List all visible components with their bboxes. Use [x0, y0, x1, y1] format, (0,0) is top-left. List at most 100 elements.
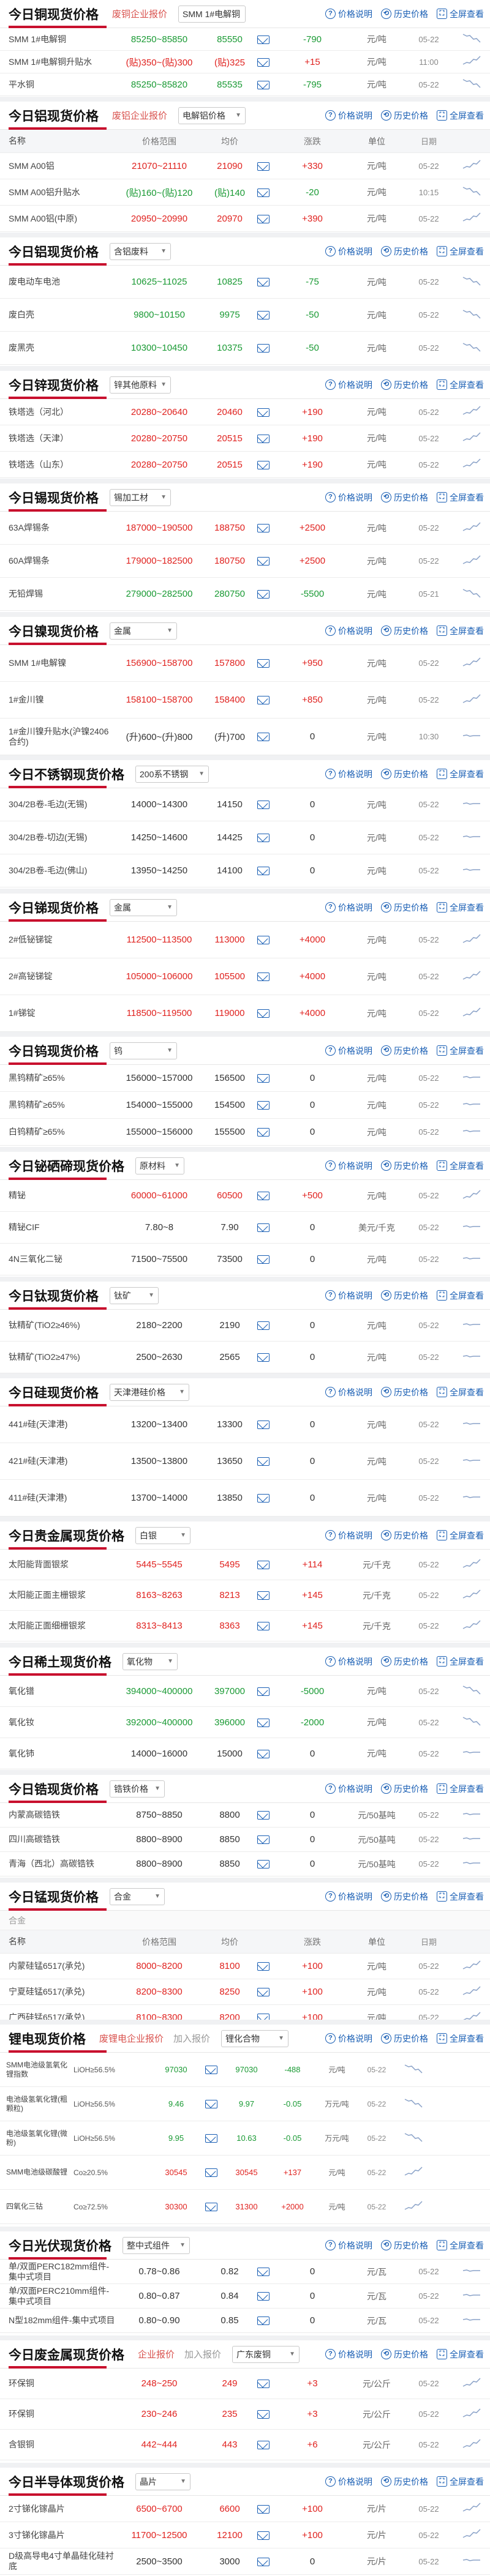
mail-icon[interactable]	[257, 1074, 270, 1083]
mail-icon[interactable]	[257, 1835, 270, 1845]
product-name[interactable]: 441#硅(天津港)	[0, 1419, 116, 1430]
product-name[interactable]: 广西硅锰6517(承兑)	[0, 2012, 116, 2020]
price-explain-link[interactable]: ? 价格说明	[325, 2239, 372, 2252]
product-name[interactable]: 太阳能正面细栅银浆	[0, 1621, 116, 1631]
mail-icon[interactable]	[257, 2014, 270, 2020]
product-name[interactable]: 废白壳	[0, 310, 116, 320]
mail-icon[interactable]	[257, 2317, 270, 2326]
trend-sparkline-icon[interactable]	[462, 521, 481, 533]
price-history-link[interactable]: ⟲ 历史价格	[381, 110, 428, 122]
category-select[interactable]: 合金 ▼	[110, 1887, 165, 1905]
trend-sparkline-icon[interactable]	[462, 159, 481, 171]
trend-sparkline-icon[interactable]	[462, 969, 481, 982]
mail-icon[interactable]	[205, 2100, 217, 2109]
trend-sparkline-icon[interactable]	[462, 587, 481, 599]
price-history-link[interactable]: ⟲ 历史价格	[381, 245, 428, 258]
price-explain-link[interactable]: ? 价格说明	[325, 1529, 372, 1542]
trend-sparkline-icon[interactable]	[462, 1350, 481, 1362]
category-select[interactable]: 钨 ▼	[110, 1042, 177, 1059]
product-name[interactable]: 411#硅(天津港)	[0, 1493, 116, 1503]
price-history-link[interactable]: ⟲ 历史价格	[381, 1529, 428, 1542]
mail-icon[interactable]	[205, 2168, 217, 2178]
trend-sparkline-icon[interactable]	[462, 1808, 481, 1820]
trend-sparkline-icon[interactable]	[462, 1985, 481, 1997]
category-select[interactable]: 锌其他原料 ▼	[110, 376, 171, 394]
mail-icon[interactable]	[257, 1009, 270, 1018]
price-explain-link[interactable]: ? 价格说明	[325, 110, 372, 122]
price-explain-link[interactable]: ? 价格说明	[325, 1160, 372, 1172]
product-name[interactable]: 四川高碳锆铁	[0, 1834, 116, 1845]
mail-icon[interactable]	[257, 2268, 270, 2277]
product-name[interactable]: 青海（西北）高碳锆铁	[0, 1859, 116, 1869]
mail-icon[interactable]	[257, 1962, 270, 1971]
mail-icon[interactable]	[257, 1421, 270, 1430]
mail-icon[interactable]	[257, 1255, 270, 1264]
category-select[interactable]: SMM 1#电解铜▼	[178, 5, 246, 23]
category-select[interactable]: 锡加工材 ▼	[110, 488, 171, 506]
product-name[interactable]: SMM A00铝(中原)	[0, 214, 116, 224]
product-name[interactable]: 环保铜	[0, 2409, 116, 2419]
price-history-link[interactable]: ⟲ 历史价格	[381, 491, 428, 504]
header-link[interactable]: 废锂电企业报价	[99, 2032, 164, 2045]
product-name[interactable]: 单/双面PERC210mm组件-集中式项目	[0, 2286, 116, 2307]
trend-sparkline-icon[interactable]	[462, 341, 481, 353]
trend-sparkline-icon[interactable]	[404, 2063, 423, 2075]
product-name[interactable]: 黑钨精矿≥65%	[0, 1073, 116, 1083]
fullscreen-link[interactable]: ⛶ 全屏查看	[437, 902, 484, 914]
price-explain-link[interactable]: ? 价格说明	[325, 1783, 372, 1795]
trend-sparkline-icon[interactable]	[462, 1189, 481, 1201]
mail-icon[interactable]	[257, 35, 270, 44]
product-name[interactable]: 304/2B卷-切边(无锡)	[0, 832, 116, 843]
trend-sparkline-icon[interactable]	[462, 1619, 481, 1631]
mail-icon[interactable]	[257, 80, 270, 89]
product-name[interactable]: 平水铜	[0, 80, 116, 90]
product-name[interactable]: 无铅焊锡	[0, 589, 116, 599]
product-name[interactable]: 1#金川镍	[0, 695, 116, 705]
price-history-link[interactable]: ⟲ 历史价格	[381, 1656, 428, 1668]
trend-sparkline-icon[interactable]	[462, 797, 481, 810]
price-history-link[interactable]: ⟲ 历史价格	[381, 2348, 428, 2361]
product-name[interactable]: SMM A00铝升贴水	[0, 187, 116, 198]
trend-sparkline-icon[interactable]	[462, 1006, 481, 1018]
mail-icon[interactable]	[257, 2531, 270, 2540]
product-name[interactable]: 氧化钕	[0, 1717, 116, 1728]
price-explain-link[interactable]: ? 价格说明	[325, 902, 372, 914]
mail-icon[interactable]	[257, 2292, 270, 2301]
mail-icon[interactable]	[257, 188, 270, 197]
trend-sparkline-icon[interactable]	[404, 2200, 423, 2212]
category-select[interactable]: 金属 ▼	[110, 898, 177, 916]
mail-icon[interactable]	[257, 1192, 270, 1201]
trend-sparkline-icon[interactable]	[462, 1558, 481, 1570]
product-name[interactable]: 铁塔选（河北）	[0, 407, 116, 417]
trend-sparkline-icon[interactable]	[462, 1857, 481, 1869]
product-name[interactable]: 内蒙硅锰6517(承兑)	[0, 1961, 116, 1971]
mail-icon[interactable]	[257, 162, 270, 171]
trend-sparkline-icon[interactable]	[462, 2438, 481, 2450]
price-history-link[interactable]: ⟲ 历史价格	[381, 1160, 428, 1172]
price-explain-link[interactable]: ? 价格说明	[325, 8, 372, 20]
product-name[interactable]: 304/2B卷-毛边(佛山)	[0, 865, 116, 876]
trend-sparkline-icon[interactable]	[462, 2501, 481, 2514]
trend-sparkline-icon[interactable]	[462, 1417, 481, 1430]
trend-sparkline-icon[interactable]	[462, 864, 481, 876]
mail-icon[interactable]	[257, 344, 270, 353]
trend-sparkline-icon[interactable]	[462, 1220, 481, 1233]
mail-icon[interactable]	[257, 1494, 270, 1503]
mail-icon[interactable]	[205, 2066, 217, 2075]
product-name[interactable]: 2寸锑化镓晶片	[0, 2504, 116, 2514]
trend-sparkline-icon[interactable]	[462, 2554, 481, 2566]
trend-sparkline-icon[interactable]	[462, 1684, 481, 1696]
mail-icon[interactable]	[257, 2441, 270, 2450]
fullscreen-link[interactable]: ⛶ 全屏查看	[437, 245, 484, 258]
trend-sparkline-icon[interactable]	[462, 431, 481, 443]
product-name[interactable]: 宁夏硅锰6517(承兑)	[0, 1987, 116, 1997]
mail-icon[interactable]	[257, 936, 270, 945]
mail-icon[interactable]	[257, 867, 270, 876]
trend-sparkline-icon[interactable]	[462, 185, 481, 197]
trend-sparkline-icon[interactable]	[462, 275, 481, 287]
category-select[interactable]: 锆铁价格 ▼	[110, 1780, 165, 1798]
trend-sparkline-icon[interactable]	[462, 730, 481, 742]
price-history-link[interactable]: ⟲ 历史价格	[381, 1290, 428, 1302]
trend-sparkline-icon[interactable]	[462, 1746, 481, 1758]
price-history-link[interactable]: ⟲ 历史价格	[381, 2239, 428, 2252]
